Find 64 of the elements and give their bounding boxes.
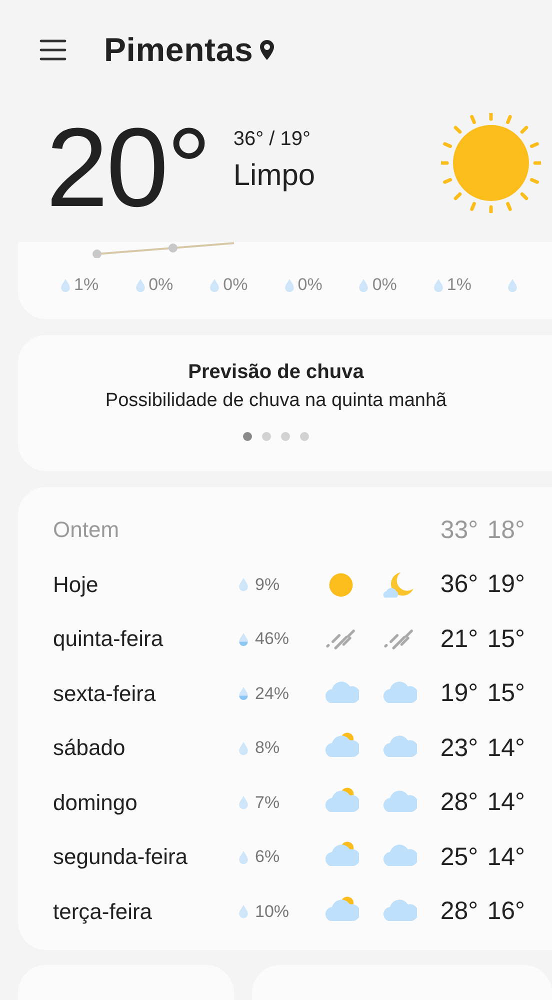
raindrop-icon [238,577,249,592]
raindrop-icon [134,278,146,292]
raindrop-icon [432,278,444,292]
city-name[interactable]: Pimentas [104,31,254,69]
high-temperature: 36° [440,570,478,600]
precipitation-chance: 0% [223,275,248,295]
low-temperature: 14° [487,842,525,872]
high-temperature: 23° [440,734,478,763]
low-temperature: 14° [487,734,525,763]
precipitation-chance: 6% [255,847,280,868]
day-name: Ontem [53,517,120,544]
raindrop-icon [238,850,249,865]
low-temperature: 16° [487,897,525,926]
page-indicator-dot[interactable] [281,432,290,441]
page-indicator-dot[interactable] [243,432,252,441]
raindrop-icon [238,740,249,756]
high-temperature: 33° [440,516,478,545]
precipitation-chance: 7% [255,792,280,813]
raindrop-icon [358,278,370,292]
weather-condition: Limpo [233,158,316,192]
day-name: sábado [53,735,126,762]
high-temperature: 28° [440,897,478,926]
day-name: quinta-feira [53,626,164,652]
card-title: Previsão de chuva [188,361,364,384]
low-temperature: 14° [487,788,525,818]
raindrop-icon [238,904,249,920]
sun-icon [441,113,541,213]
day-name: segunda-feira [53,844,189,870]
precipitation-chance: 0% [298,275,322,295]
high-temperature: 21° [440,624,478,654]
location-pin-icon [259,39,276,61]
low-temperature: 19° [487,570,525,600]
low-temperature: 15° [487,679,525,708]
precipitation-chance: 1% [74,275,99,295]
page-indicator-dot[interactable] [262,432,271,441]
precipitation-chance: 1% [446,275,472,295]
raindrop-icon [284,278,295,292]
precipitation-chance: 46% [255,629,290,650]
raindrop-icon [507,278,518,292]
high-temperature: 28° [440,788,478,818]
day-name: Hoje [53,572,100,598]
precipitation-chance: 0% [372,275,397,295]
precipitation-chance: 24% [255,684,290,704]
low-temperature: 15° [487,624,525,654]
menu-icon[interactable] [39,38,67,62]
day-name: sexta-feira [53,680,157,707]
current-temperature: 20° [46,112,210,224]
page-indicator-dot[interactable] [300,432,309,441]
card-text: Possibilidade de chuva na quinta manhã [105,390,447,412]
precipitation-chance: 0% [148,275,174,295]
high-temperature: 25° [440,842,478,872]
precipitation-chance: 8% [255,738,280,758]
high-temperature: 19° [440,679,478,708]
raindrop-icon [238,686,249,702]
day-name: terça-feira [53,898,154,925]
precipitation-chance: 9% [255,574,280,595]
raindrop-icon [60,278,71,292]
raindrop-icon [238,632,249,647]
high-low-temperature: 36° / 19° [233,128,312,150]
low-temperature: 18° [487,516,525,545]
raindrop-icon [238,795,249,810]
precipitation-chance: 10% [255,902,290,922]
raindrop-icon [209,278,220,292]
day-name: domingo [53,790,138,816]
